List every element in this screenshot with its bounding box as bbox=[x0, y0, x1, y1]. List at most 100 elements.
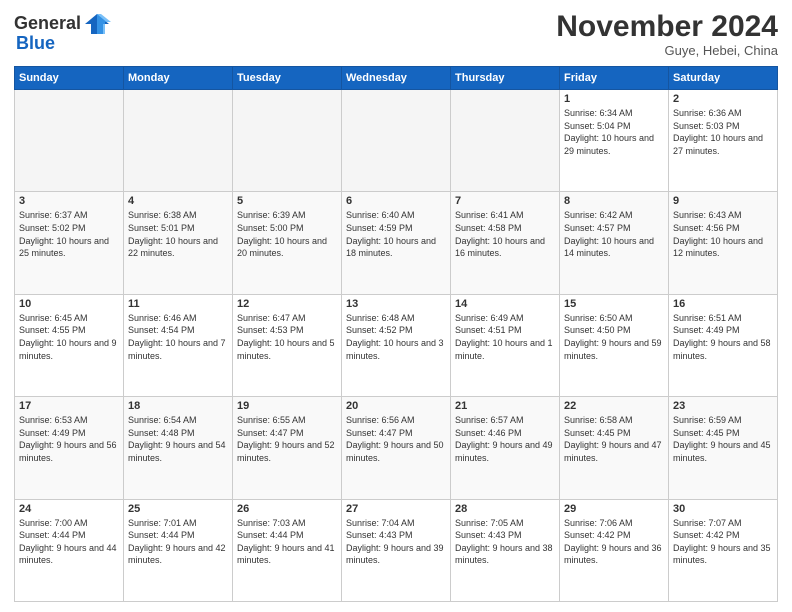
calendar-day-cell bbox=[342, 90, 451, 192]
calendar-day-cell: 19 Sunrise: 6:55 AM Sunset: 4:47 PM Dayli… bbox=[233, 397, 342, 499]
day-info: Sunrise: 6:45 AM Sunset: 4:55 PM Dayligh… bbox=[19, 312, 119, 362]
logo: General Blue bbox=[14, 10, 111, 54]
day-info: Sunrise: 7:04 AM Sunset: 4:43 PM Dayligh… bbox=[346, 517, 446, 567]
calendar-week-row: 10Sunrise: 6:45 AM Sunset: 4:55 PM Dayli… bbox=[15, 294, 778, 396]
day-info: Sunrise: 7:03 AM Sunset: 4:44 PM Dayligh… bbox=[237, 517, 337, 567]
day-info: Sunrise: 6:58 AM Sunset: 4:45 PM Dayligh… bbox=[564, 414, 664, 464]
calendar-day-cell: 2 Sunrise: 6:36 AM Sunset: 5:03 PM Daylig… bbox=[669, 90, 778, 192]
calendar-week-row: 1 Sunrise: 6:34 AM Sunset: 5:04 PM Daylig… bbox=[15, 90, 778, 192]
day-info: Sunrise: 6:38 AM Sunset: 5:01 PM Dayligh… bbox=[128, 209, 228, 259]
day-number: 9 bbox=[673, 195, 773, 207]
day-info: Sunrise: 6:34 AM Sunset: 5:04 PM Dayligh… bbox=[564, 107, 664, 157]
calendar-day-cell: 15 Sunrise: 6:50 AM Sunset: 4:50 PM Dayli… bbox=[560, 294, 669, 396]
day-number: 12 bbox=[237, 298, 337, 310]
calendar-day-cell: 16Sunrise: 6:51 AM Sunset: 4:49 PM Dayli… bbox=[669, 294, 778, 396]
page: General Blue November 2024 Guye, Hebei, … bbox=[0, 0, 792, 612]
day-info: Sunrise: 7:05 AM Sunset: 4:43 PM Dayligh… bbox=[455, 517, 555, 567]
calendar-day-cell: 8 Sunrise: 6:42 AM Sunset: 4:57 PM Daylig… bbox=[560, 192, 669, 294]
day-number: 19 bbox=[237, 400, 337, 412]
day-number: 25 bbox=[128, 503, 228, 515]
calendar-day-cell: 28 Sunrise: 7:05 AM Sunset: 4:43 PM Dayli… bbox=[451, 499, 560, 601]
calendar-day-cell: 6 Sunrise: 6:40 AM Sunset: 4:59 PM Daylig… bbox=[342, 192, 451, 294]
day-info: Sunrise: 6:39 AM Sunset: 5:00 PM Dayligh… bbox=[237, 209, 337, 259]
day-number: 6 bbox=[346, 195, 446, 207]
day-info: Sunrise: 6:41 AM Sunset: 4:58 PM Dayligh… bbox=[455, 209, 555, 259]
day-number: 17 bbox=[19, 400, 119, 412]
calendar-day-cell: 11Sunrise: 6:46 AM Sunset: 4:54 PM Dayli… bbox=[124, 294, 233, 396]
calendar-day-cell: 29 Sunrise: 7:06 AM Sunset: 4:42 PM Dayli… bbox=[560, 499, 669, 601]
day-info: Sunrise: 7:01 AM Sunset: 4:44 PM Dayligh… bbox=[128, 517, 228, 567]
day-number: 5 bbox=[237, 195, 337, 207]
day-info: Sunrise: 6:56 AM Sunset: 4:47 PM Dayligh… bbox=[346, 414, 446, 464]
day-info: Sunrise: 7:00 AM Sunset: 4:44 PM Dayligh… bbox=[19, 517, 119, 567]
day-number: 11 bbox=[128, 298, 228, 310]
weekday-header: Saturday bbox=[669, 67, 778, 90]
day-number: 1 bbox=[564, 93, 664, 105]
calendar-day-cell: 22 Sunrise: 6:58 AM Sunset: 4:45 PM Dayli… bbox=[560, 397, 669, 499]
logo-general-text: General bbox=[14, 14, 81, 34]
day-info: Sunrise: 6:55 AM Sunset: 4:47 PM Dayligh… bbox=[237, 414, 337, 464]
day-info: Sunrise: 6:36 AM Sunset: 5:03 PM Dayligh… bbox=[673, 107, 773, 157]
calendar-header-row: SundayMondayTuesdayWednesdayThursdayFrid… bbox=[15, 67, 778, 90]
day-number: 23 bbox=[673, 400, 773, 412]
day-info: Sunrise: 7:06 AM Sunset: 4:42 PM Dayligh… bbox=[564, 517, 664, 567]
day-info: Sunrise: 6:50 AM Sunset: 4:50 PM Dayligh… bbox=[564, 312, 664, 362]
calendar-day-cell: 4Sunrise: 6:38 AM Sunset: 5:01 PM Daylig… bbox=[124, 192, 233, 294]
calendar-day-cell: 21Sunrise: 6:57 AM Sunset: 4:46 PM Dayli… bbox=[451, 397, 560, 499]
calendar-day-cell: 30Sunrise: 7:07 AM Sunset: 4:42 PM Dayli… bbox=[669, 499, 778, 601]
weekday-header: Tuesday bbox=[233, 67, 342, 90]
day-number: 2 bbox=[673, 93, 773, 105]
day-number: 29 bbox=[564, 503, 664, 515]
day-number: 18 bbox=[128, 400, 228, 412]
weekday-header: Monday bbox=[124, 67, 233, 90]
calendar-day-cell: 3Sunrise: 6:37 AM Sunset: 5:02 PM Daylig… bbox=[15, 192, 124, 294]
calendar-day-cell: 25 Sunrise: 7:01 AM Sunset: 4:44 PM Dayli… bbox=[124, 499, 233, 601]
calendar-day-cell: 9 Sunrise: 6:43 AM Sunset: 4:56 PM Daylig… bbox=[669, 192, 778, 294]
calendar-day-cell: 27Sunrise: 7:04 AM Sunset: 4:43 PM Dayli… bbox=[342, 499, 451, 601]
title-block: November 2024 Guye, Hebei, China bbox=[556, 10, 778, 58]
day-number: 7 bbox=[455, 195, 555, 207]
calendar-day-cell bbox=[233, 90, 342, 192]
day-number: 20 bbox=[346, 400, 446, 412]
calendar-day-cell: 7 Sunrise: 6:41 AM Sunset: 4:58 PM Daylig… bbox=[451, 192, 560, 294]
weekday-header: Friday bbox=[560, 67, 669, 90]
day-number: 13 bbox=[346, 298, 446, 310]
calendar-day-cell: 1 Sunrise: 6:34 AM Sunset: 5:04 PM Daylig… bbox=[560, 90, 669, 192]
day-number: 21 bbox=[455, 400, 555, 412]
calendar-day-cell bbox=[451, 90, 560, 192]
calendar-day-cell: 18 Sunrise: 6:54 AM Sunset: 4:48 PM Dayli… bbox=[124, 397, 233, 499]
location: Guye, Hebei, China bbox=[556, 43, 778, 58]
calendar-week-row: 17Sunrise: 6:53 AM Sunset: 4:49 PM Dayli… bbox=[15, 397, 778, 499]
day-number: 22 bbox=[564, 400, 664, 412]
calendar-day-cell: 26 Sunrise: 7:03 AM Sunset: 4:44 PM Dayli… bbox=[233, 499, 342, 601]
day-info: Sunrise: 6:40 AM Sunset: 4:59 PM Dayligh… bbox=[346, 209, 446, 259]
logo-blue-text: Blue bbox=[16, 34, 55, 54]
calendar-table: SundayMondayTuesdayWednesdayThursdayFrid… bbox=[14, 66, 778, 602]
calendar-day-cell: 17Sunrise: 6:53 AM Sunset: 4:49 PM Dayli… bbox=[15, 397, 124, 499]
weekday-header: Wednesday bbox=[342, 67, 451, 90]
logo-icon bbox=[83, 10, 111, 38]
day-info: Sunrise: 6:42 AM Sunset: 4:57 PM Dayligh… bbox=[564, 209, 664, 259]
calendar-day-cell: 12 Sunrise: 6:47 AM Sunset: 4:53 PM Dayli… bbox=[233, 294, 342, 396]
calendar-week-row: 24 Sunrise: 7:00 AM Sunset: 4:44 PM Dayli… bbox=[15, 499, 778, 601]
day-number: 26 bbox=[237, 503, 337, 515]
weekday-header: Sunday bbox=[15, 67, 124, 90]
calendar-day-cell: 13 Sunrise: 6:48 AM Sunset: 4:52 PM Dayli… bbox=[342, 294, 451, 396]
header: General Blue November 2024 Guye, Hebei, … bbox=[14, 10, 778, 58]
day-number: 28 bbox=[455, 503, 555, 515]
day-info: Sunrise: 6:54 AM Sunset: 4:48 PM Dayligh… bbox=[128, 414, 228, 464]
day-info: Sunrise: 6:48 AM Sunset: 4:52 PM Dayligh… bbox=[346, 312, 446, 362]
day-info: Sunrise: 6:47 AM Sunset: 4:53 PM Dayligh… bbox=[237, 312, 337, 362]
day-number: 30 bbox=[673, 503, 773, 515]
calendar-week-row: 3Sunrise: 6:37 AM Sunset: 5:02 PM Daylig… bbox=[15, 192, 778, 294]
day-info: Sunrise: 6:43 AM Sunset: 4:56 PM Dayligh… bbox=[673, 209, 773, 259]
day-number: 8 bbox=[564, 195, 664, 207]
day-number: 16 bbox=[673, 298, 773, 310]
day-number: 15 bbox=[564, 298, 664, 310]
day-number: 3 bbox=[19, 195, 119, 207]
calendar-day-cell: 24 Sunrise: 7:00 AM Sunset: 4:44 PM Dayli… bbox=[15, 499, 124, 601]
day-number: 24 bbox=[19, 503, 119, 515]
calendar-day-cell: 10Sunrise: 6:45 AM Sunset: 4:55 PM Dayli… bbox=[15, 294, 124, 396]
calendar-day-cell: 5 Sunrise: 6:39 AM Sunset: 5:00 PM Daylig… bbox=[233, 192, 342, 294]
calendar-day-cell: 20 Sunrise: 6:56 AM Sunset: 4:47 PM Dayli… bbox=[342, 397, 451, 499]
